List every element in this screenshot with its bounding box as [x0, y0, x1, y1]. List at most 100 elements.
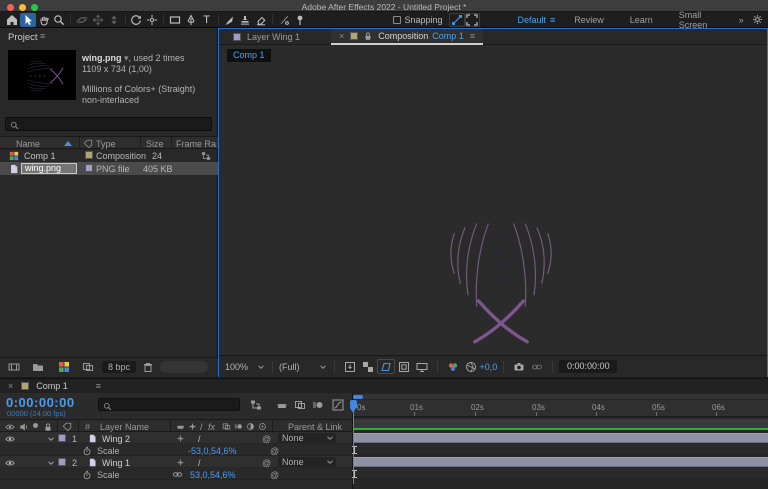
stopwatch-icon[interactable]: [82, 445, 92, 456]
timeline-tab-label[interactable]: Comp 1: [36, 381, 68, 391]
project-search-input[interactable]: [5, 117, 212, 131]
resolution-dropdown-icon[interactable]: [318, 361, 328, 372]
label-column-icon[interactable]: [83, 138, 93, 149]
pan-behind-anchor-tool[interactable]: [144, 13, 160, 27]
layer-name[interactable]: Wing 1: [102, 458, 130, 468]
property-row-scale-wing2[interactable]: Scale -53,0,54,6% @: [0, 444, 352, 456]
workspace-menu-icon[interactable]: ≡: [550, 15, 555, 25]
orbit-camera-tool[interactable]: [74, 13, 90, 27]
new-folder-icon[interactable]: [32, 361, 44, 373]
shy-switch-icon[interactable]: [176, 421, 185, 431]
workspace-default[interactable]: Default: [517, 15, 546, 25]
navigator-start-handle[interactable]: [353, 395, 363, 399]
home-tool[interactable]: [4, 13, 20, 27]
property-name[interactable]: Scale: [97, 446, 120, 456]
column-type[interactable]: Type: [96, 139, 116, 149]
column-name[interactable]: Name: [16, 139, 40, 149]
adjustment-switch-icon[interactable]: [246, 421, 255, 431]
adjustment-icon[interactable]: [82, 361, 94, 373]
transparency-grid-icon[interactable]: [359, 359, 377, 374]
roto-brush-tool[interactable]: [276, 13, 292, 27]
snapping-control[interactable]: Snapping: [393, 15, 443, 25]
timeline-navigator-bar[interactable]: [353, 394, 768, 399]
pan-camera-tool[interactable]: [90, 13, 106, 27]
exposure-value[interactable]: +0,0: [480, 362, 498, 372]
item-name-editable[interactable]: wing.png: [21, 163, 77, 174]
frame-blend-switch-icon[interactable]: [222, 421, 231, 431]
quality-switch[interactable]: /: [198, 434, 201, 444]
pick-whip-icon[interactable]: @: [262, 434, 271, 444]
link-dimensions-icon[interactable]: [172, 469, 183, 480]
comp-breadcrumb[interactable]: Comp 1: [227, 49, 271, 62]
safe-margins-icon[interactable]: [395, 359, 413, 374]
eye-icon[interactable]: [5, 457, 15, 468]
rectangle-tool[interactable]: [167, 13, 183, 27]
scale-value[interactable]: -53,0,54,6%: [188, 446, 237, 456]
column-size[interactable]: Size: [146, 139, 164, 149]
hide-shy-layers-icon[interactable]: [274, 398, 290, 412]
flowchart-icon[interactable]: [201, 150, 211, 161]
scale-value[interactable]: 53,0,54,6%: [190, 470, 236, 480]
tab-menu-icon[interactable]: ≡: [470, 31, 475, 41]
clone-stamp-tool[interactable]: [237, 13, 253, 27]
layer-name[interactable]: Wing 2: [102, 434, 130, 444]
parent-dropdown[interactable]: None: [278, 433, 336, 443]
snap-bounds-icon[interactable]: [465, 13, 481, 27]
motion-blur-switch-icon[interactable]: [234, 421, 243, 431]
layer-viewer-tab[interactable]: Layer Wing 1: [225, 29, 308, 45]
parent-link-column[interactable]: Parent & Link: [288, 422, 342, 432]
snapping-checkbox[interactable]: [393, 16, 401, 24]
layer-label-swatch[interactable]: [58, 434, 66, 442]
resolution-value[interactable]: (Full): [279, 362, 300, 372]
threed-switch-icon[interactable]: [258, 421, 267, 431]
collapse-switch-icon[interactable]: [188, 421, 197, 431]
snap-to-point-icon[interactable]: [449, 13, 465, 27]
graph-editor-icon[interactable]: [330, 398, 346, 412]
view-layout-icon[interactable]: [413, 359, 431, 374]
workspace-learn[interactable]: Learn: [630, 15, 653, 25]
rotation-tool[interactable]: [129, 13, 145, 27]
preview-timecode[interactable]: 0:00:00:00: [559, 360, 617, 373]
pen-tool[interactable]: [183, 13, 199, 27]
channel-rgb-icon[interactable]: [444, 359, 462, 374]
project-panel-tab[interactable]: Project: [8, 32, 38, 43]
layer-number-column[interactable]: #: [85, 422, 90, 432]
eraser-tool[interactable]: [253, 13, 269, 27]
audio-column-icon[interactable]: [19, 421, 29, 432]
label-color-swatch[interactable]: [85, 164, 93, 172]
interpret-footage-icon[interactable]: [8, 361, 20, 373]
fx-switch-icon[interactable]: fx: [208, 422, 215, 432]
puppet-pin-tool[interactable]: [292, 13, 308, 27]
workspace-overflow-icon[interactable]: »: [739, 15, 744, 25]
workspace-small-screen[interactable]: Small Screen: [679, 10, 718, 30]
timeline-tab-menu-icon[interactable]: ≡: [96, 381, 101, 391]
dolly-camera-tool[interactable]: [106, 13, 122, 27]
type-tool[interactable]: T: [199, 13, 215, 27]
magnification-value[interactable]: 100%: [225, 362, 248, 372]
lock-column-icon[interactable]: [43, 421, 53, 432]
panel-menu-icon[interactable]: ≡: [40, 31, 45, 41]
layer-label-swatch[interactable]: [58, 458, 66, 466]
solo-column-icon[interactable]: [33, 423, 38, 428]
playhead-handle[interactable]: [350, 400, 357, 408]
layer-duration-bar[interactable]: [353, 457, 768, 467]
region-of-interest-icon[interactable]: [341, 359, 359, 374]
video-column-icon[interactable]: [5, 421, 15, 432]
new-composition-icon[interactable]: [58, 361, 70, 373]
lock-icon[interactable]: [363, 31, 373, 42]
pick-whip-icon[interactable]: @: [262, 458, 271, 468]
project-row-wingpng[interactable]: wing.png PNG file 405 KB: [0, 162, 218, 175]
collapse-switch-icon[interactable]: [176, 433, 185, 443]
layer-row-wing2[interactable]: 1 Wing 2 / @ None: [0, 432, 352, 444]
exposure-icon[interactable]: [462, 359, 480, 374]
pick-whip-icon[interactable]: @: [270, 446, 279, 456]
item-name[interactable]: Comp 1: [24, 151, 56, 161]
brush-tool[interactable]: [222, 13, 238, 27]
layer-row-wing1[interactable]: 2 Wing 1 / @ None: [0, 456, 352, 468]
sort-ascending-icon[interactable]: [64, 141, 72, 146]
workspace-review[interactable]: Review: [574, 15, 604, 25]
property-name[interactable]: Scale: [97, 470, 120, 480]
label-column-icon[interactable]: [62, 421, 72, 432]
work-area-bar[interactable]: [353, 419, 768, 428]
layer-duration-bar[interactable]: [353, 433, 768, 443]
